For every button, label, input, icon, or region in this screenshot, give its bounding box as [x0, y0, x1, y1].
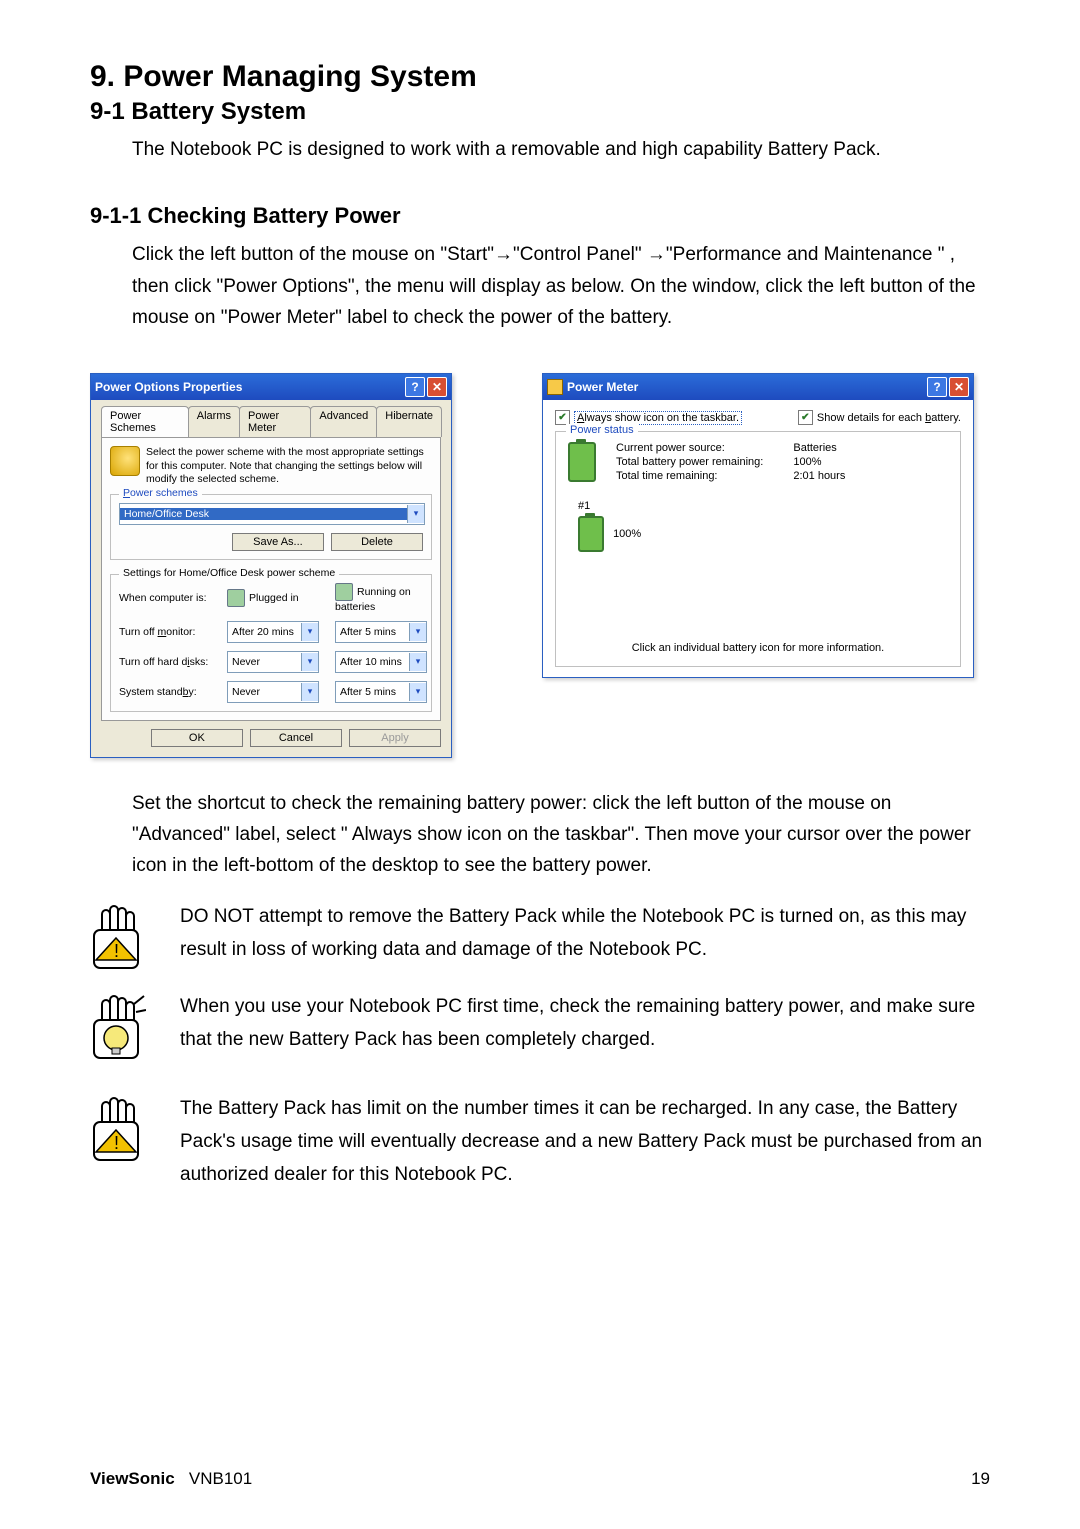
- hand-warning-icon: !: [90, 1092, 150, 1164]
- battery-large-icon: [568, 442, 596, 482]
- scheme-select-value: Home/Office Desk: [120, 508, 407, 520]
- checking-paragraph: Click the left button of the mouse on "S…: [90, 239, 990, 333]
- power-meter-dialog: Power Meter ? ✕ Always show icon on the …: [542, 373, 974, 678]
- shortcut-paragraph: Set the shortcut to check the remaining …: [90, 788, 990, 882]
- apply-button[interactable]: Apply: [349, 729, 441, 747]
- dialog-body: Power Schemes Alarms Power Meter Advance…: [91, 400, 451, 756]
- label-remaining: Total battery power remaining:: [616, 456, 763, 468]
- group-label-settings: Settings for Home/Office Desk power sche…: [119, 567, 339, 579]
- note-text: DO NOT attempt to remove the Battery Pac…: [180, 900, 990, 967]
- label-turn-off-monitor: Turn off monitor:: [119, 626, 219, 638]
- tab-strip: Power Schemes Alarms Power Meter Advance…: [101, 406, 441, 438]
- standby-plugged-select[interactable]: Never▾: [227, 681, 319, 703]
- value-time: 2:01 hours: [793, 470, 845, 482]
- help-button[interactable]: ?: [405, 377, 425, 397]
- label-turn-off-disks: Turn off hard disks:: [119, 656, 219, 668]
- label-when-computer: When computer is:: [119, 592, 219, 604]
- page-footer: ViewSonic VNB101 19: [90, 1469, 990, 1489]
- group-label-schemes: Power schemes: [119, 487, 202, 499]
- svg-text:!: !: [114, 941, 119, 961]
- note-warning: ! The Battery Pack has limit on the numb…: [90, 1092, 990, 1192]
- chevron-down-icon: ▾: [409, 653, 426, 671]
- note-text: When you use your Notebook PC first time…: [180, 990, 990, 1057]
- disks-plugged-select[interactable]: Never▾: [227, 651, 319, 673]
- scheme-select[interactable]: Home/Office Desk ▾: [119, 503, 425, 525]
- power-options-dialog: Power Options Properties ? ✕ Power Schem…: [90, 373, 452, 757]
- dialog-titlebar[interactable]: Power Options Properties ? ✕: [91, 374, 451, 400]
- power-status-group: Power status Current power source: Batte…: [555, 431, 961, 667]
- checkbox-icon: [798, 410, 813, 425]
- checkbox-taskbar[interactable]: Always show icon on the taskbar.: [555, 410, 742, 425]
- delete-button[interactable]: Delete: [331, 533, 423, 551]
- battery-percent: 100%: [613, 528, 641, 540]
- intro-paragraph: The Notebook PC is designed to work with…: [90, 134, 990, 165]
- settings-group: Settings for Home/Office Desk power sche…: [110, 574, 432, 712]
- monitor-battery-select[interactable]: After 5 mins▾: [335, 621, 427, 643]
- label-time: Total time remaining:: [616, 470, 763, 482]
- screenshot-row: Power Options Properties ? ✕ Power Schem…: [90, 373, 990, 757]
- label-on-batteries: Running on batteries: [335, 583, 435, 613]
- tab-panel: Select the power scheme with the most ap…: [101, 437, 441, 720]
- note-text: The Battery Pack has limit on the number…: [180, 1092, 990, 1192]
- plugged-in-icon: [227, 589, 245, 607]
- chevron-down-icon: ▾: [409, 623, 426, 641]
- battery-icon: [547, 379, 563, 395]
- dialog-title: Power Meter: [567, 380, 925, 394]
- footer-brand: ViewSonic VNB101: [90, 1469, 252, 1489]
- cancel-button[interactable]: Cancel: [250, 729, 342, 747]
- battery-number: #1: [578, 500, 948, 512]
- battery-small-icon[interactable]: [578, 516, 604, 552]
- document-page: 9. Power Managing System 9-1 Battery Sys…: [0, 0, 1080, 1529]
- chevron-down-icon: ▾: [407, 505, 424, 523]
- save-as-button[interactable]: Save As...: [232, 533, 324, 551]
- dialog-body: Always show icon on the taskbar. Show de…: [543, 400, 973, 677]
- ok-button[interactable]: OK: [151, 729, 243, 747]
- checkbox-details[interactable]: Show details for each battery.: [798, 410, 961, 425]
- hand-warning-icon: !: [90, 900, 150, 972]
- svg-text:!: !: [114, 1133, 119, 1153]
- footer-page-number: 19: [971, 1469, 990, 1489]
- hand-tip-icon: [90, 990, 150, 1062]
- close-button[interactable]: ✕: [427, 377, 447, 397]
- close-button[interactable]: ✕: [949, 377, 969, 397]
- tab-advanced[interactable]: Advanced: [310, 406, 377, 437]
- plug-icon: [110, 446, 140, 476]
- note-warning: ! DO NOT attempt to remove the Battery P…: [90, 900, 990, 972]
- battery-icon: [335, 583, 353, 601]
- heading-section: 9-1 Battery System: [90, 98, 990, 126]
- heading-subsection: 9-1-1 Checking Battery Power: [90, 203, 990, 229]
- power-schemes-group: Power schemes Home/Office Desk ▾ Save As…: [110, 494, 432, 560]
- group-label-status: Power status: [566, 424, 638, 436]
- value-remaining: 100%: [793, 456, 845, 468]
- disks-battery-select[interactable]: After 10 mins▾: [335, 651, 427, 673]
- tab-hibernate[interactable]: Hibernate: [376, 406, 442, 437]
- help-button[interactable]: ?: [927, 377, 947, 397]
- checkbox-label-focus: Always show icon on the taskbar.: [574, 411, 742, 425]
- scheme-description: Select the power scheme with the most ap…: [146, 446, 432, 485]
- chevron-down-icon: ▾: [301, 653, 318, 671]
- dialog-title: Power Options Properties: [95, 380, 403, 394]
- note-tip: When you use your Notebook PC first time…: [90, 990, 990, 1062]
- tab-power-meter[interactable]: Power Meter: [239, 406, 311, 437]
- monitor-plugged-select[interactable]: After 20 mins▾: [227, 621, 319, 643]
- value-source: Batteries: [793, 442, 845, 454]
- battery-hint: Click an individual battery icon for mor…: [568, 642, 948, 654]
- label-system-standby: System standby:: [119, 686, 219, 698]
- tab-power-schemes[interactable]: Power Schemes: [101, 406, 189, 437]
- heading-chapter: 9. Power Managing System: [90, 60, 990, 94]
- tab-alarms[interactable]: Alarms: [188, 406, 240, 437]
- dialog-titlebar[interactable]: Power Meter ? ✕: [543, 374, 973, 400]
- chevron-down-icon: ▾: [301, 683, 318, 701]
- checkbox-label: Show details for each battery.: [817, 412, 961, 424]
- label-plugged-in: Plugged in: [227, 589, 327, 607]
- label-source: Current power source:: [616, 442, 763, 454]
- chevron-down-icon: ▾: [301, 623, 318, 641]
- standby-battery-select[interactable]: After 5 mins▾: [335, 681, 427, 703]
- chevron-down-icon: ▾: [409, 683, 426, 701]
- checkbox-icon: [555, 410, 570, 425]
